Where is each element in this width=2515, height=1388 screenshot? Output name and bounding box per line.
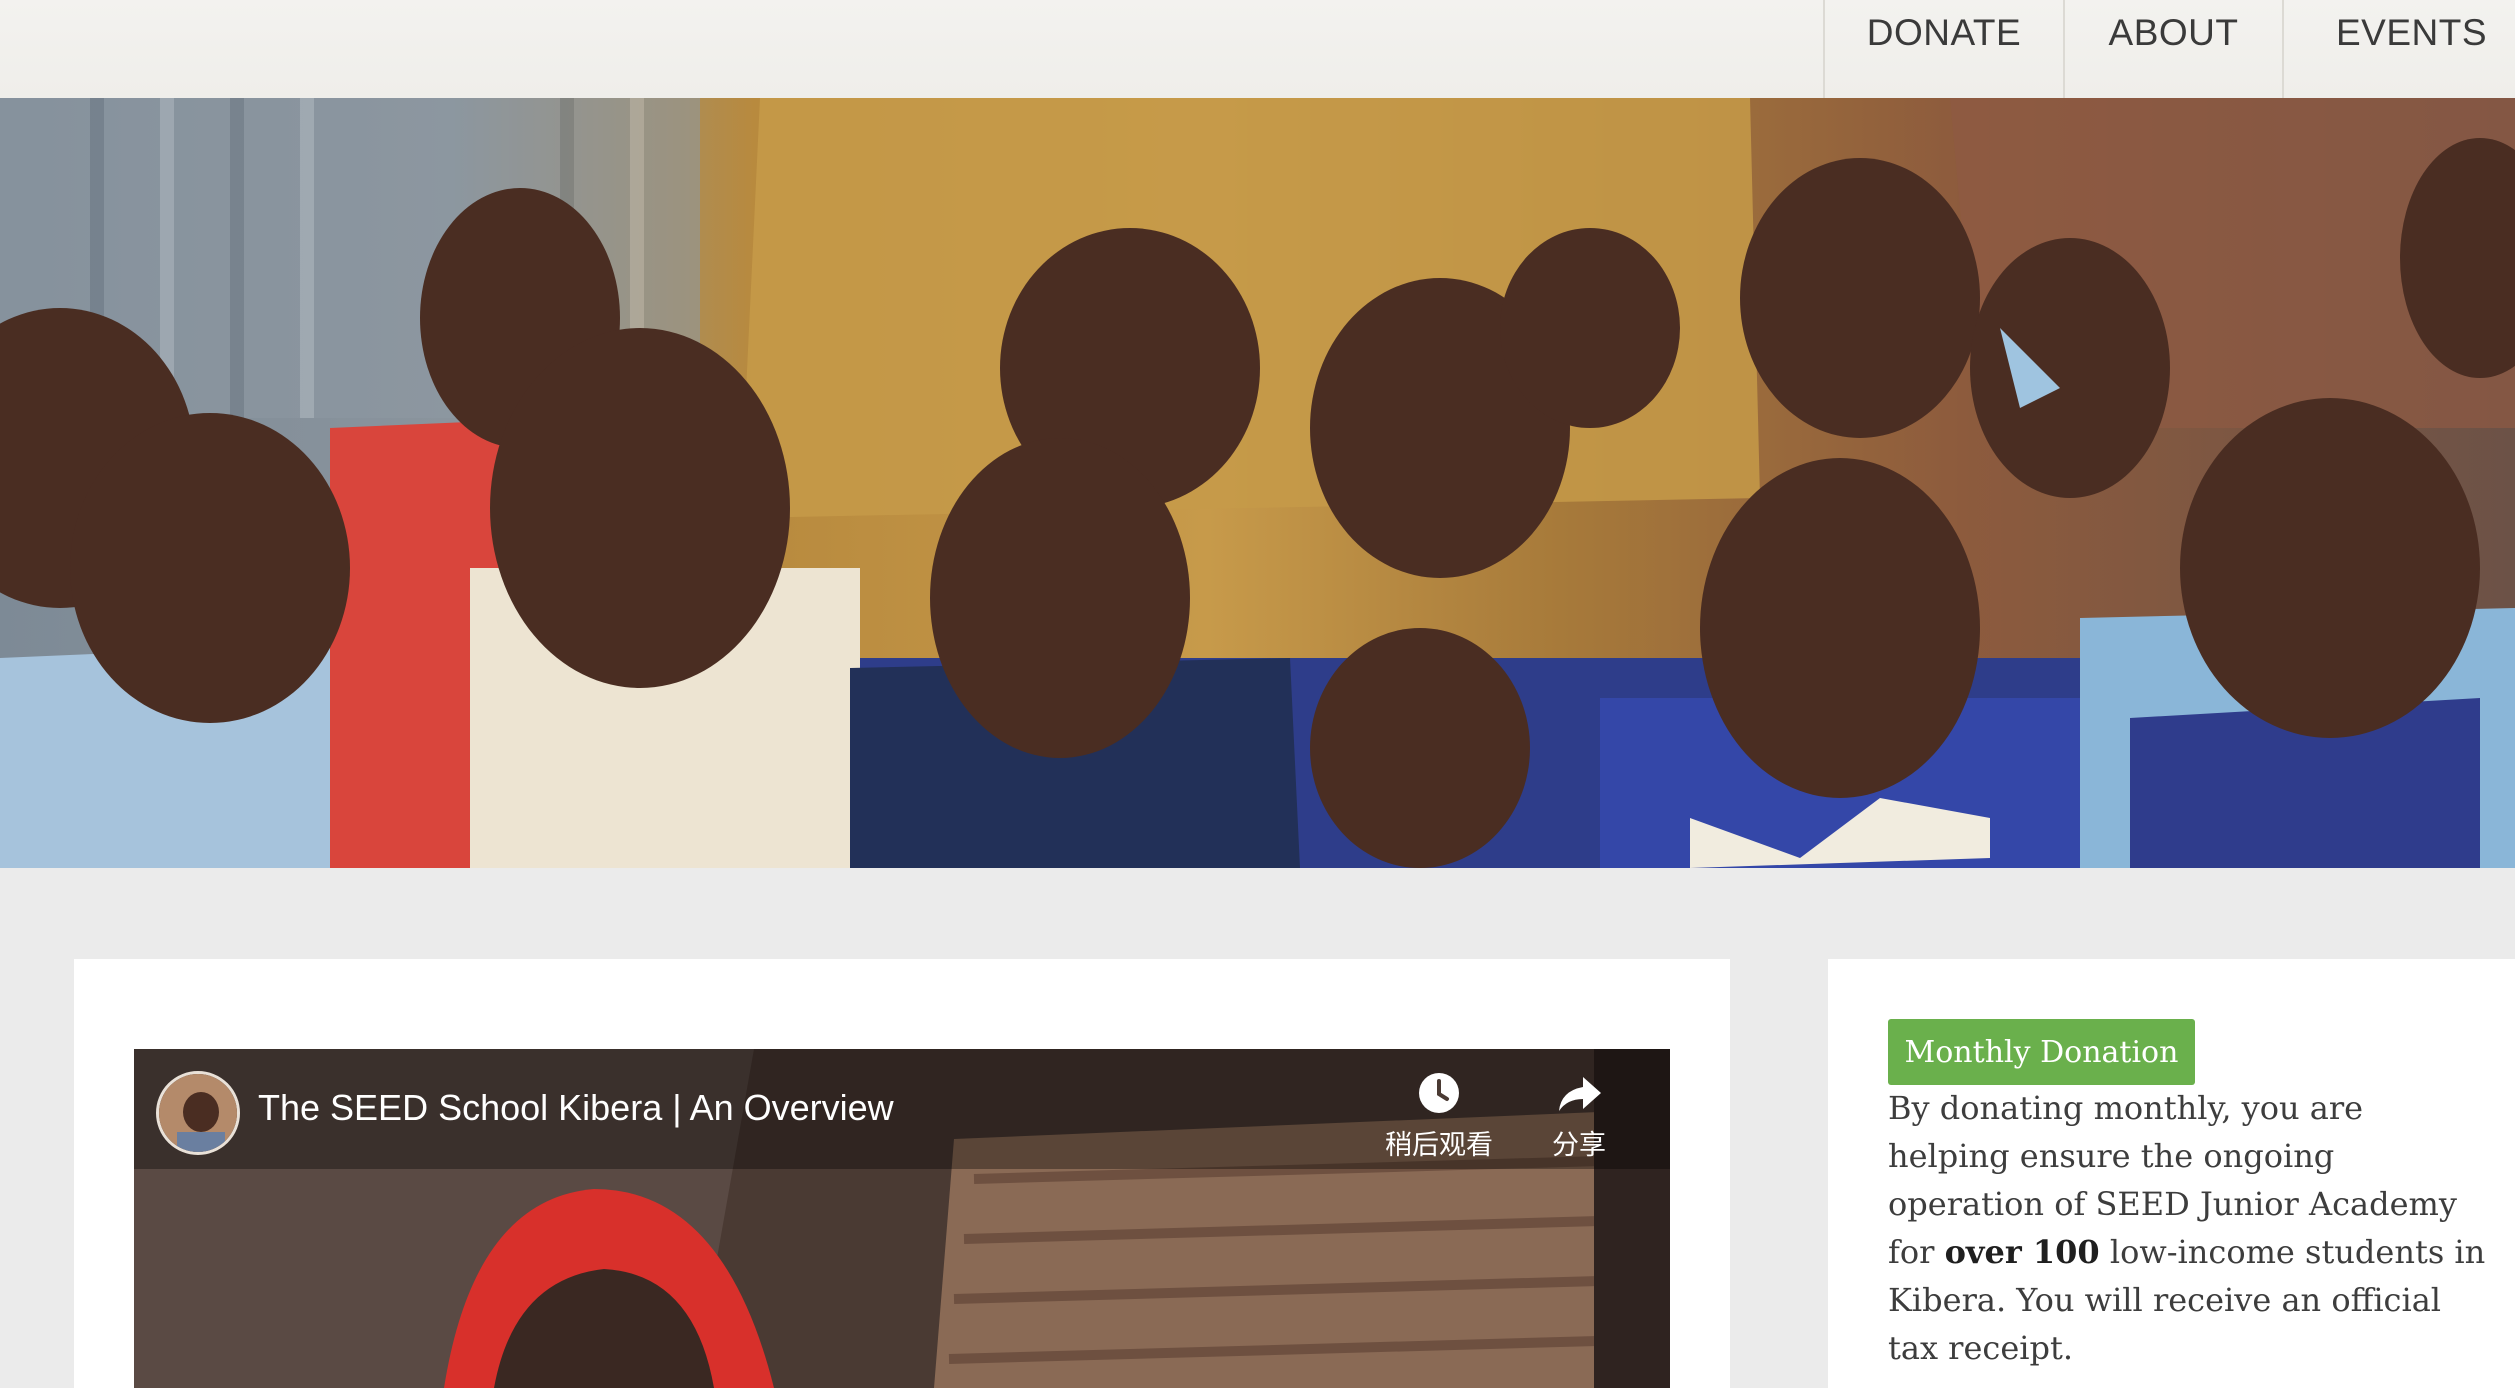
- nav-about[interactable]: ABOUT: [2063, 0, 2282, 98]
- video-title[interactable]: The SEED School Kibera | An Overview: [258, 1087, 894, 1129]
- share-label: 分享: [1552, 1130, 1606, 1161]
- top-bar: DONATE ABOUT EVENTS: [0, 0, 2515, 98]
- share-icon: [1559, 1077, 1601, 1111]
- hero-illustration: [0, 98, 2515, 868]
- video-player[interactable]: The SEED School Kibera | An Overview 稍后观…: [134, 1049, 1670, 1388]
- donation-card: Monthly Donation By donating monthly, yo…: [1828, 959, 2515, 1388]
- donation-description: By donating monthly, you are helping ens…: [1888, 1084, 2488, 1372]
- hero-photo: [0, 98, 2515, 868]
- channel-avatar[interactable]: [156, 1071, 240, 1155]
- watch-later-label: 稍后观看: [1385, 1130, 1493, 1161]
- monthly-donation-button[interactable]: Monthly Donation: [1888, 1019, 2195, 1085]
- watch-later-button[interactable]: 稍后观看: [1374, 1071, 1504, 1162]
- clock-icon: [1419, 1073, 1459, 1113]
- share-button[interactable]: 分享: [1534, 1071, 1624, 1162]
- nav-events[interactable]: EVENTS: [2282, 0, 2515, 98]
- donation-text-bold: over 100: [1944, 1233, 2100, 1271]
- main-content-card: The SEED School Kibera | An Overview 稍后观…: [74, 959, 1730, 1388]
- main-nav: DONATE ABOUT EVENTS: [1823, 0, 2515, 98]
- nav-donate[interactable]: DONATE: [1823, 0, 2063, 98]
